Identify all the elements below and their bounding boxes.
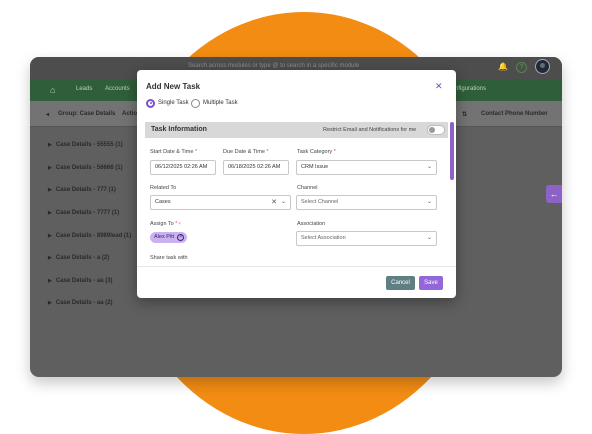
radio-dot: [191, 98, 200, 108]
radio-multiple-task[interactable]: Multiple Task: [191, 98, 238, 108]
collapse-icon[interactable]: ◂: [46, 111, 49, 118]
caret-right-icon: ▶: [48, 278, 52, 284]
due-date-field[interactable]: 06/18/2025 02:26 AM: [223, 160, 289, 175]
related-to-select[interactable]: Cases ✕ ⌄: [150, 195, 291, 210]
chevron-down-icon: ⌄: [426, 164, 432, 170]
home-icon[interactable]: ⌂: [50, 85, 55, 95]
list-item[interactable]: ▶ Case Details - a (2): [48, 255, 109, 261]
modal-title: Add New Task: [146, 82, 201, 91]
bell-icon[interactable]: 🔔: [497, 61, 509, 73]
global-search[interactable]: Search across modules or type @ to searc…: [188, 63, 359, 69]
task-information-header: Task Information Restrict Email and Noti…: [145, 122, 448, 138]
radio-dot-selected: [146, 98, 155, 108]
caret-right-icon: ▶: [48, 300, 52, 306]
start-date-label: Start Date & Time *: [150, 149, 198, 155]
assign-icon: ♀: [177, 221, 182, 227]
action-column: Actio: [122, 111, 137, 117]
scrollbar[interactable]: [450, 122, 454, 180]
list-item[interactable]: ▶ Case Details - 56666 (1): [48, 165, 123, 171]
nav-accounts[interactable]: Accounts: [105, 86, 130, 92]
caret-right-icon: ▶: [48, 255, 52, 261]
start-date-field[interactable]: 06/12/2025 02:26 AM: [150, 160, 216, 175]
caret-right-icon: ▶: [48, 142, 52, 148]
save-button[interactable]: Save: [419, 276, 443, 290]
contact-phone-column[interactable]: Contact Phone Number: [481, 111, 548, 117]
caret-right-icon: ▶: [48, 187, 52, 193]
caret-right-icon: ▶: [48, 233, 52, 239]
channel-select[interactable]: Select Channel ⌄: [296, 195, 437, 210]
arrow-left-icon[interactable]: ←: [546, 185, 562, 203]
modal-footer-divider: [137, 266, 456, 267]
list-item[interactable]: ▶ Case Details - aa (2): [48, 300, 113, 306]
avatar[interactable]: [535, 59, 550, 74]
task-category-label: Task Category *: [297, 149, 336, 155]
close-icon[interactable]: ✕: [435, 81, 443, 92]
radio-single-task[interactable]: Single Task: [146, 98, 189, 108]
cancel-button[interactable]: Cancel: [386, 276, 415, 290]
restrict-label: Restrict Email and Notifications for me: [323, 127, 417, 133]
group-label: Group: Case Details: [58, 111, 116, 117]
nav-leads[interactable]: Leads: [76, 86, 92, 92]
restrict-toggle[interactable]: [427, 125, 445, 135]
clear-icon[interactable]: ✕: [271, 196, 277, 209]
list-item[interactable]: ▶ Case Details - 7777 (1): [48, 210, 119, 216]
association-label: Association: [297, 221, 326, 227]
add-task-modal: Add New Task ✕ Single Task Multiple Task…: [137, 70, 456, 298]
sort-icon[interactable]: ⇅: [462, 111, 467, 118]
caret-right-icon: ▶: [48, 165, 52, 171]
assignee-chip[interactable]: Alex Pitt ×: [150, 232, 188, 243]
chevron-down-icon: ⌄: [280, 199, 286, 205]
association-select[interactable]: Select Association ⌄: [296, 231, 437, 246]
nav-configurations[interactable]: nfigurations: [455, 86, 486, 92]
assign-to-label: Assign To *♀: [150, 221, 182, 227]
share-task-label: Share task with: [150, 255, 188, 261]
task-category-select[interactable]: CRM Issue ⌄: [296, 160, 437, 175]
remove-chip-icon[interactable]: ×: [177, 234, 185, 241]
list-item[interactable]: ▶ Case Details - aa (3): [48, 278, 113, 284]
list-item[interactable]: ▶ Case Details - 8989lead (1): [48, 233, 131, 239]
help-icon[interactable]: ?: [516, 62, 527, 73]
list-item[interactable]: ▶ Case Details - 55555 (1): [48, 142, 123, 148]
caret-right-icon: ▶: [48, 210, 52, 216]
channel-label: Channel: [297, 185, 318, 191]
chevron-down-icon: ⌄: [426, 235, 432, 241]
due-date-label: Due Date & Time *: [223, 149, 269, 155]
chevron-down-icon: ⌄: [426, 199, 432, 205]
list-item[interactable]: ▶ Case Details - 777 (1): [48, 187, 116, 193]
related-to-label: Related To: [150, 185, 177, 191]
